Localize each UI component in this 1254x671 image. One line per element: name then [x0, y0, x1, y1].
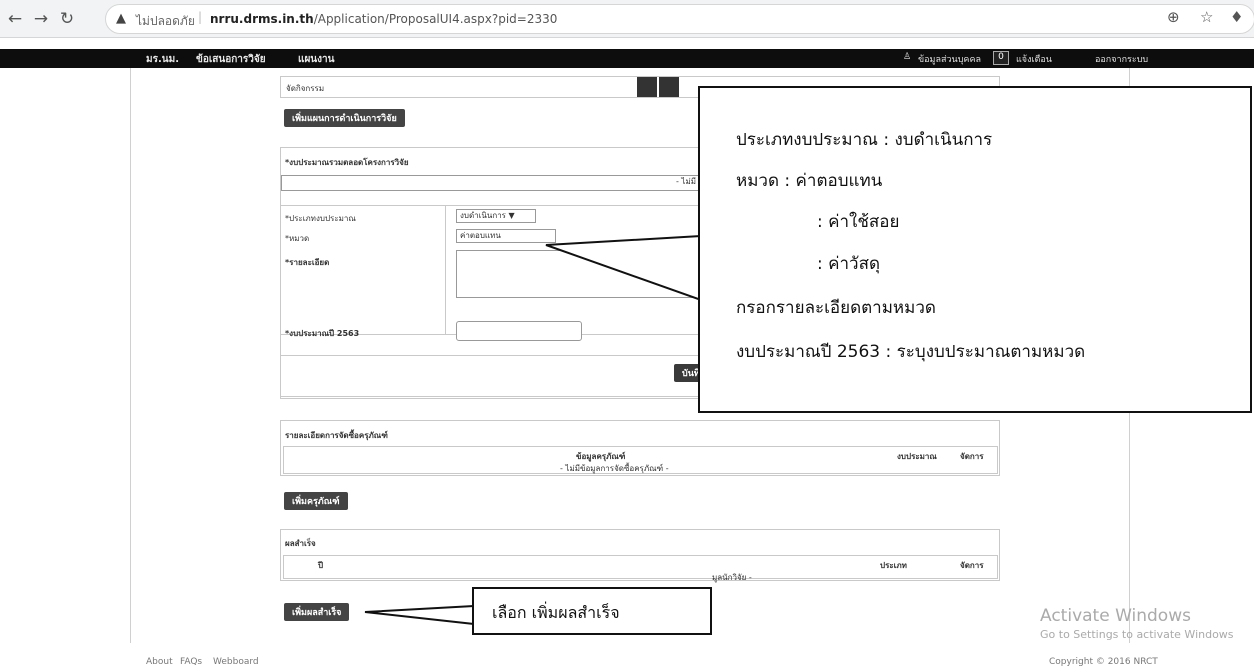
small-callout-pointer [364, 604, 475, 626]
achievement-callout: เลือก เพิ่มผลสำเร็จ [472, 587, 712, 635]
budget-callout: ประเภทงบประมาณ : งบดำเนินการ หมวด : ค่าต… [698, 86, 1252, 413]
callout-line-year: งบประมาณปี 2563 : ระบุงบประมาณตามหมวด [736, 342, 1086, 362]
callout-small-text: เลือก เพิ่มผลสำเร็จ [492, 603, 620, 622]
callout-line-usage: : ค่าใช้สอย [817, 212, 900, 232]
callout-line-category: หมวด : ค่าตอบแทน [736, 171, 883, 191]
callout-line-detail: กรอกรายละเอียดตามหมวด [736, 298, 936, 318]
callout-line-type: ประเภทงบประมาณ : งบดำเนินการ [736, 130, 993, 150]
main-callout-pointer [545, 234, 702, 302]
callout-line-material: : ค่าวัสดุ [817, 254, 881, 274]
